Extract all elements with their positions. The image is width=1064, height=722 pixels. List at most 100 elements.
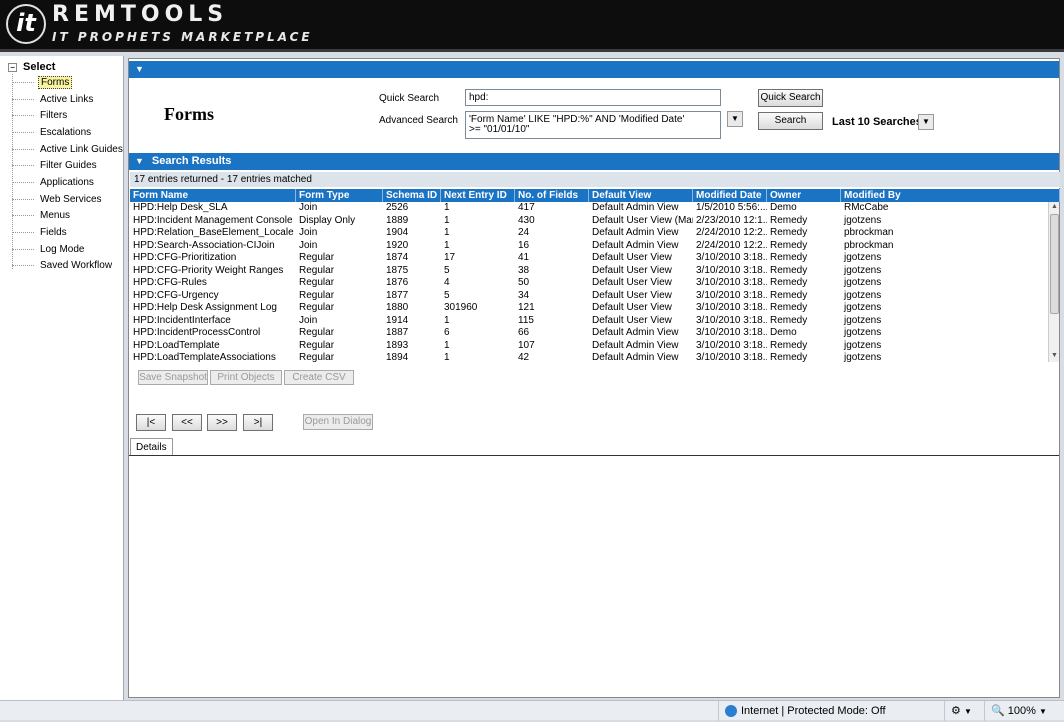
cell-form-name: HPD:CFG-Priority Weight Ranges	[133, 264, 284, 276]
table-row[interactable]: HPD:Relation_BaseElement_Locale Join 1904 1…	[130, 227, 1048, 240]
cell-schema-id: 1893	[386, 339, 409, 351]
table-row[interactable]: HPD:LoadTemplateAssociations Regular 1894 1…	[130, 352, 1048, 364]
next-page-button[interactable]: >>	[207, 414, 237, 431]
search-panel-bar[interactable]: ▼	[129, 61, 1059, 78]
scrollbar-thumb[interactable]	[1050, 214, 1059, 314]
advanced-search-input[interactable]: 'Form Name' LIKE "HPD:%" AND 'Modified D…	[465, 111, 721, 139]
first-page-button[interactable]: |<	[136, 414, 166, 431]
tree-item-active-links[interactable]: Active Links	[12, 94, 95, 108]
security-zone[interactable]: Internet | Protected Mode: Off	[718, 701, 944, 721]
browser-status-bar: Internet | Protected Mode: Off ⚙ ▼ 🔍 100…	[0, 700, 1064, 721]
cell-owner: Remedy	[770, 227, 808, 238]
security-zone-label: Internet | Protected Mode: Off	[741, 705, 886, 717]
cell-schema-id: 1880	[386, 302, 409, 313]
cell-next-entry-id: 5	[444, 264, 450, 276]
table-row[interactable]: HPD:Search-Association-CIJoin Join 1920 1 16…	[130, 240, 1048, 253]
cell-modified-date: 3/10/2010 3:18...	[696, 302, 767, 313]
table-row[interactable]: HPD:Incident Management Console Display O…	[130, 215, 1048, 228]
cell-no-of-fields: 121	[518, 302, 535, 313]
tree-item-saved-workflow[interactable]: Saved Workflow	[12, 260, 114, 274]
last-searches-dropdown-icon[interactable]: ▼	[918, 114, 934, 130]
cell-default-view: Default User View (Man...	[592, 214, 693, 226]
tree-item-active-link-guides[interactable]: Active Link Guides	[12, 144, 125, 158]
quick-search-input[interactable]: hpd:	[465, 89, 721, 106]
tree-item-filter-guides[interactable]: Filter Guides	[12, 160, 99, 174]
protected-mode-toggle[interactable]: ⚙ ▼	[944, 701, 984, 721]
collapse-icon[interactable]: −	[8, 62, 17, 72]
results-table-header: Form Name Form Type Schema ID Next Entry…	[130, 189, 1060, 202]
cell-modified-by: jgotzens	[844, 264, 882, 276]
cell-next-entry-id: 1	[444, 352, 450, 363]
last-page-button[interactable]: >|	[243, 414, 273, 431]
results-scrollbar[interactable]: ▲ ▼	[1048, 202, 1059, 362]
cell-modified-by: pbrockman	[844, 239, 894, 251]
tree-item-forms[interactable]: Forms	[12, 76, 73, 91]
tree-root-select[interactable]: − Select	[8, 61, 55, 73]
tab-details[interactable]: Details	[130, 438, 173, 456]
tree-item-web-services[interactable]: Web Services	[12, 194, 104, 208]
column-header-next-entry-id[interactable]: Next Entry ID	[441, 189, 515, 202]
save-snapshot-button[interactable]: Save Snapshot	[138, 370, 208, 385]
zoom-control[interactable]: 🔍 100% ▼	[984, 701, 1054, 721]
search-results-bar[interactable]: ▼ Search Results	[129, 153, 1059, 170]
tree-item-log-mode[interactable]: Log Mode	[12, 244, 86, 258]
cell-schema-id: 1877	[386, 289, 409, 301]
cell-next-entry-id: 1	[444, 339, 450, 351]
cell-schema-id: 1874	[386, 252, 409, 263]
column-header-schema-id[interactable]: Schema ID	[383, 189, 441, 202]
globe-icon	[725, 705, 737, 718]
dropdown-arrow-icon: ▼	[1038, 707, 1047, 716]
column-header-form-name[interactable]: Form Name	[130, 189, 296, 202]
table-row[interactable]: HPD:Help Desk Assignment Log Regular 1880 3…	[130, 302, 1048, 315]
table-row[interactable]: HPD:CFG-Rules Regular 1876 4 50 Default User …	[130, 277, 1048, 290]
scroll-down-icon[interactable]: ▼	[1049, 351, 1060, 361]
cell-modified-by: jgotzens	[844, 302, 882, 313]
cell-owner: Remedy	[770, 289, 808, 301]
cell-modified-by: jgotzens	[844, 352, 882, 363]
open-in-dialog-button[interactable]: Open In Dialog	[303, 414, 373, 430]
cell-owner: Remedy	[770, 239, 808, 251]
collapse-arrow-icon: ▼	[135, 156, 144, 166]
table-row[interactable]: HPD:IncidentInterface Join 1914 1 115 Default…	[130, 315, 1048, 328]
create-csv-button[interactable]: Create CSV	[284, 370, 354, 385]
table-row[interactable]: HPD:IncidentProcessControl Regular 1887 6 66…	[130, 327, 1048, 340]
cell-no-of-fields: 430	[518, 214, 535, 226]
cell-modified-date: 3/10/2010 3:18...	[696, 352, 767, 363]
cell-modified-by: jgotzens	[844, 314, 882, 326]
tree-item-menus[interactable]: Menus	[12, 210, 72, 224]
cell-modified-date: 2/24/2010 12:2...	[696, 239, 767, 251]
tree-item-escalations[interactable]: Escalations	[12, 127, 93, 141]
table-row[interactable]: HPD:CFG-Urgency Regular 1877 5 34 Default Use…	[130, 290, 1048, 303]
table-row[interactable]: HPD:Help Desk_SLA Join 2526 1 417 Default Adm…	[130, 202, 1048, 215]
search-button[interactable]: Search	[758, 112, 823, 130]
table-row[interactable]: HPD:CFG-Prioritization Regular 1874 17 41 Def…	[130, 252, 1048, 265]
previous-page-button[interactable]: <<	[172, 414, 202, 431]
cell-modified-date: 3/10/2010 3:18...	[696, 264, 767, 276]
tree-item-filters[interactable]: Filters	[12, 110, 69, 124]
column-header-default-view[interactable]: Default View	[589, 189, 693, 202]
tree-item-applications[interactable]: Applications	[12, 177, 96, 191]
column-header-form-type[interactable]: Form Type	[296, 189, 383, 202]
column-header-owner[interactable]: Owner	[767, 189, 841, 202]
column-header-modified-date[interactable]: Modified Date	[693, 189, 767, 202]
advanced-search-dropdown-icon[interactable]: ▼	[727, 111, 743, 127]
cell-default-view: Default User View	[592, 264, 672, 276]
column-header-no-of-fields[interactable]: No. of Fields	[515, 189, 589, 202]
scroll-up-icon[interactable]: ▲	[1049, 202, 1060, 212]
print-objects-button[interactable]: Print Objects	[210, 370, 282, 385]
logo-subtitle: IT PROPHETS MARKETPLACE	[52, 30, 313, 44]
table-row[interactable]: HPD:LoadTemplate Regular 1893 1 107 Default A…	[130, 340, 1048, 353]
cell-form-type: Join	[299, 202, 318, 213]
cell-modified-date: 1/5/2010 5:56:...	[696, 202, 767, 213]
main-panel: ▼ Forms Quick Search hpd: Advanced Searc…	[128, 58, 1060, 698]
quick-search-button[interactable]: Quick Search	[758, 89, 823, 107]
cell-form-type: Regular	[299, 277, 335, 288]
cell-form-type: Regular	[299, 264, 335, 276]
column-header-modified-by[interactable]: Modified By	[841, 189, 1060, 202]
table-row[interactable]: HPD:CFG-Priority Weight Ranges Regular 187…	[130, 265, 1048, 278]
cell-form-name: HPD:Relation_BaseElement_Locale	[133, 227, 294, 238]
cell-schema-id: 1914	[386, 314, 409, 326]
cell-form-type: Regular	[299, 252, 335, 263]
cell-schema-id: 2526	[386, 202, 409, 213]
tree-item-fields[interactable]: Fields	[12, 227, 69, 241]
